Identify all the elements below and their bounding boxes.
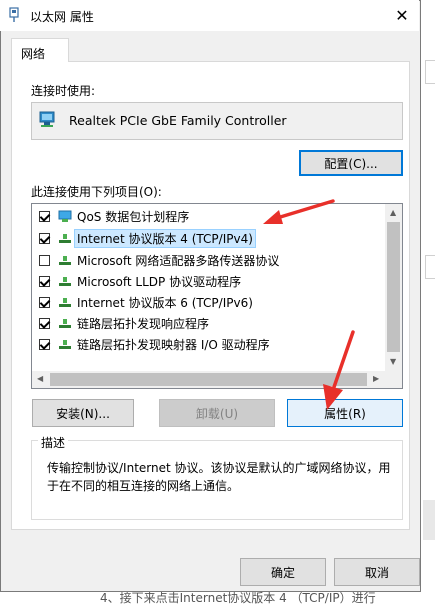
- item-checkbox[interactable]: [39, 338, 50, 350]
- ok-button[interactable]: 确定: [240, 558, 326, 586]
- list-item-label: Microsoft LLDP 协议驱动程序: [77, 274, 242, 289]
- network-protocol-icon: [59, 234, 71, 243]
- item-checkbox[interactable]: [39, 317, 50, 329]
- list-item-label: Internet 协议版本 6 (TCP/IPv6): [77, 295, 253, 310]
- list-item-label: Microsoft 网络适配器多路传送器协议: [77, 253, 280, 268]
- items-list-label: 此连接使用下列项目(O):: [31, 185, 162, 199]
- network-protocol-icon: [59, 256, 71, 265]
- list-item[interactable]: 链路层拓扑发现映射器 I/O 驱动程序: [32, 334, 270, 354]
- list-item[interactable]: Internet 协议版本 4 (TCP/IPv4): [32, 228, 256, 248]
- annotation-arrow-icon: [323, 330, 355, 410]
- background-window-strip: [421, 0, 435, 605]
- background-snippet: 4、接下来点击Internet协议版本 4 （TCP/IP）进行: [100, 592, 376, 605]
- list-item[interactable]: Microsoft LLDP 协议驱动程序: [32, 271, 241, 291]
- item-checkbox[interactable]: [39, 296, 50, 308]
- scroll-up-icon[interactable]: ▲: [390, 208, 396, 217]
- scroll-left-icon[interactable]: ◀: [37, 374, 43, 383]
- item-checkbox[interactable]: [39, 275, 50, 287]
- network-protocol-icon: [59, 298, 71, 307]
- description-text: 传输控制协议/Internet 协议。该协议是默认的广域网络协议，用于在不同的相…: [47, 461, 391, 493]
- item-checkbox[interactable]: [39, 254, 50, 266]
- adapter-name: Realtek PCIe GbE Family Controller: [69, 113, 287, 128]
- ethernet-icon: [9, 7, 19, 22]
- install-button[interactable]: 安装(N)...: [32, 399, 134, 427]
- description-title: 描述: [38, 434, 69, 451]
- background-document-text: 4、接下来点击Internet协议版本 4 （TCP/IP）进行: [0, 592, 435, 605]
- list-item[interactable]: QoS 数据包计划程序: [32, 206, 189, 226]
- network-adapter-icon: [39, 111, 55, 127]
- scroll-right-icon[interactable]: ▶: [373, 374, 379, 383]
- list-item-label: Internet 协议版本 4 (TCP/IPv4): [74, 228, 256, 248]
- tab-network[interactable]: 网络: [11, 38, 69, 62]
- vertical-scroll-thumb[interactable]: [387, 222, 400, 352]
- network-protocol-icon: [59, 277, 71, 286]
- connect-using-label: 连接时使用:: [31, 84, 96, 98]
- list-item[interactable]: Internet 协议版本 6 (TCP/IPv6): [32, 292, 253, 312]
- list-item-label: 链路层拓扑发现响应程序: [77, 316, 210, 331]
- list-item[interactable]: 链路层拓扑发现响应程序: [32, 313, 209, 333]
- list-item[interactable]: Microsoft 网络适配器多路传送器协议: [32, 250, 279, 270]
- item-checkbox[interactable]: [39, 210, 50, 222]
- close-button[interactable]: ✕: [385, 2, 419, 29]
- configure-button[interactable]: 配置(C)...: [299, 150, 403, 176]
- cancel-button[interactable]: 取消: [334, 558, 420, 586]
- close-icon: ✕: [395, 6, 409, 25]
- network-protocol-icon: [59, 340, 71, 349]
- scroll-down-icon[interactable]: ▼: [390, 357, 396, 366]
- scrollbar-corner: [385, 371, 402, 388]
- item-checkbox[interactable]: [39, 232, 50, 244]
- annotation-arrow-icon: [263, 199, 335, 224]
- list-item-label: 链路层拓扑发现映射器 I/O 驱动程序: [77, 337, 270, 352]
- window-title: 以太网 属性: [30, 10, 94, 24]
- qos-scheduler-icon: [58, 210, 72, 222]
- network-protocol-icon: [59, 319, 71, 328]
- list-item-label: QoS 数据包计划程序: [77, 209, 190, 224]
- uninstall-button[interactable]: 卸载(U): [159, 399, 275, 427]
